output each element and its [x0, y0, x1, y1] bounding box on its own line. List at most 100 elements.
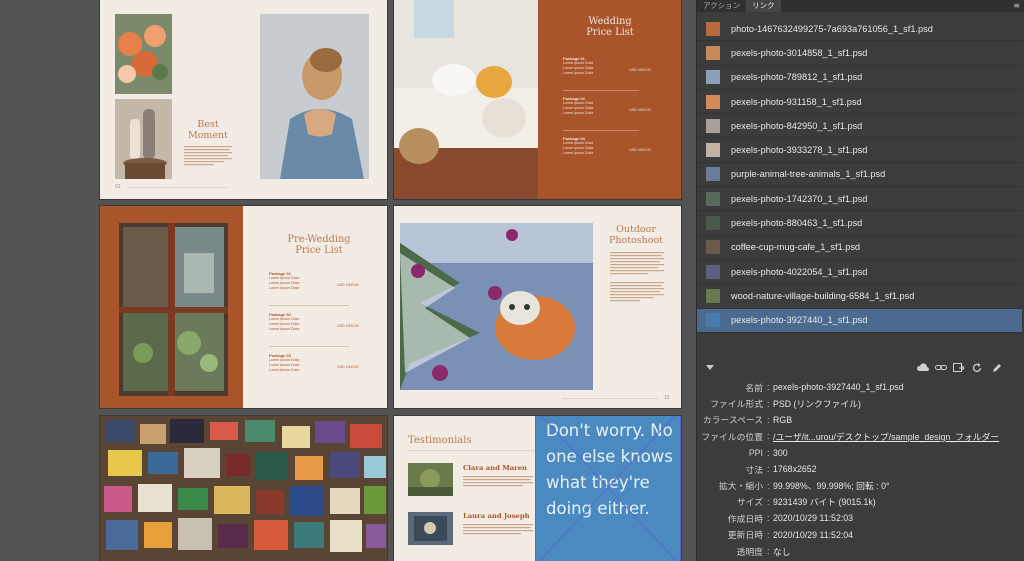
- refresh-icon[interactable]: [972, 363, 982, 376]
- info-value: 99.998%、99.998%; 回転 : 0°: [773, 481, 890, 492]
- testimonials-title: Testimonials: [408, 435, 472, 446]
- info-row-dimensions: 寸法:1768x2652: [697, 461, 1024, 477]
- link-name: coffee-cup-mug-cafe_1_sf1.psd: [731, 242, 861, 253]
- file-location-link[interactable]: /ユーザ/it...urou/デスクトップ/sample_design_フォルダ…: [773, 430, 999, 443]
- photo-cat-christmas-tree: [400, 223, 593, 390]
- list-item[interactable]: pexels-photo-789812_1_sf1.psd: [697, 66, 1022, 90]
- best-moment-title-2: Moment: [187, 129, 228, 141]
- link-name: pexels-photo-931158_1_sf1.psd: [731, 96, 862, 107]
- info-label: ファイルの位置: [701, 431, 763, 442]
- list-item[interactable]: wood-nature-village-building-6584_1_sf1.…: [697, 284, 1022, 309]
- page-testimonials[interactable]: Testimonials Clara and Maren Laura and J…: [394, 416, 681, 561]
- link-thumbnail: [706, 167, 720, 182]
- info-row-format: ファイル形式: PSD (リンクファイル): [697, 395, 1024, 411]
- testimonial-1-name: Clara and Maren: [463, 464, 527, 472]
- panel-nav-arrows-icon[interactable]: [847, 555, 877, 561]
- list-item[interactable]: purple-animal-tree-animals_1_sf1.psd: [697, 163, 1022, 188]
- footer-rule: [562, 398, 658, 399]
- info-row-ppi: PPI:300: [697, 445, 1024, 461]
- relink-icon[interactable]: [953, 363, 965, 376]
- link-icon[interactable]: [935, 363, 947, 375]
- tab-actions[interactable]: アクション: [697, 0, 746, 12]
- document-canvas[interactable]: Best Moment 01 Wedding Price List Packag…: [0, 0, 693, 561]
- prewedding-title-1: Pre-Wedding: [287, 234, 351, 245]
- list-item[interactable]: photo-1467632499275-7a693a761056_1_sf1.p…: [697, 17, 1022, 42]
- link-thumbnail: [706, 313, 720, 328]
- list-item[interactable]: pexels-photo-1742370_1_sf1.psd: [697, 187, 1022, 212]
- info-row-name: 名前: pexels-photo-3927440_1_sf1.psd: [697, 379, 1024, 395]
- info-value: 9231439 バイト (9015.1k): [773, 497, 876, 508]
- testimonial-2-name: Laura and Joseph: [463, 512, 530, 520]
- best-moment-body-text: [184, 146, 232, 166]
- disclosure-triangle-icon[interactable]: [706, 365, 714, 370]
- page-best-moment[interactable]: Best Moment 01: [100, 0, 387, 199]
- page-outdoor-photoshoot[interactable]: Outdoor Photoshoot 12: [394, 206, 681, 408]
- cloud-icon[interactable]: [917, 363, 929, 375]
- photo-woman-denim: [260, 14, 369, 179]
- info-value: なし: [773, 546, 791, 557]
- wedding-package-1-price: USD 1000.00: [629, 68, 651, 72]
- list-item[interactable]: pexels-photo-3933278_1_sf1.psd: [697, 138, 1022, 163]
- info-label: 拡大・縮小: [719, 481, 763, 492]
- info-label: サイズ: [736, 497, 763, 508]
- info-label: ファイル形式: [710, 399, 763, 410]
- selection-frame-x[interactable]: [535, 416, 681, 561]
- footer-rule: [127, 187, 227, 188]
- link-thumbnail: [706, 118, 720, 133]
- info-label: カラースペース: [702, 415, 763, 426]
- wedding-title-1: Wedding: [588, 16, 632, 27]
- info-label: 作成日時: [727, 513, 763, 524]
- info-row-modified: 更新日時:2020/10/29 11:52:04: [697, 527, 1024, 543]
- link-info: 名前: pexels-photo-3927440_1_sf1.psd ファイル形式…: [697, 379, 1024, 559]
- panel-tabs: アクション リンク ≡: [697, 0, 1024, 12]
- photo-shop-front: [119, 223, 228, 396]
- photo-sign-collage: [100, 416, 387, 561]
- links-panel: アクション リンク ≡ photo-1467632499275-7a693a76…: [696, 0, 1024, 561]
- wedding-package-1-line: Lorem Ipsum Dolor: [563, 71, 594, 75]
- info-label: PPI: [748, 447, 763, 458]
- prewedding-package-1-price: USD 1000.00: [337, 283, 359, 287]
- prewedding-package-3-price: USD 1000.00: [337, 365, 359, 369]
- link-name: pexels-photo-4022054_1_sf1.psd: [731, 266, 868, 277]
- list-item[interactable]: coffee-cup-mug-cafe_1_sf1.psd: [697, 236, 1022, 260]
- link-name: pexels-photo-3933278_1_sf1.psd: [731, 145, 868, 156]
- list-item-selected[interactable]: pexels-photo-3927440_1_sf1.psd: [697, 308, 1022, 333]
- photo-testimonial-1: [408, 463, 453, 496]
- info-value: 2020/10/29 11:52:04: [773, 529, 854, 540]
- link-thumbnail: [706, 70, 720, 85]
- info-value: PSD (リンクファイル): [773, 399, 861, 410]
- link-thumbnail: [706, 21, 720, 36]
- panel-menu-icon[interactable]: ≡: [1013, 0, 1020, 12]
- outdoor-body-text: [610, 252, 664, 302]
- page-wedding-price-list[interactable]: Wedding Price List Package 01 Lorem Ipsu…: [394, 0, 681, 199]
- list-item[interactable]: pexels-photo-4022054_1_sf1.psd: [697, 260, 1022, 285]
- info-value: pexels-photo-3927440_1_sf1.psd: [773, 382, 904, 393]
- photo-testimonial-2: [408, 512, 453, 545]
- link-name: pexels-photo-880463_1_sf1.psd: [731, 218, 863, 229]
- testimonial-1-text: [463, 476, 533, 487]
- page-prewedding-price-list[interactable]: Pre-Wedding Price List Package 01 Lorem …: [100, 206, 387, 408]
- links-toolbar: [697, 362, 1024, 376]
- info-label: 名前: [745, 382, 763, 393]
- info-label: 寸法: [745, 464, 763, 475]
- link-name: pexels-photo-842950_1_sf1.psd: [731, 120, 863, 131]
- info-value: 300: [773, 447, 788, 458]
- list-item[interactable]: pexels-photo-842950_1_sf1.psd: [697, 114, 1022, 139]
- edit-icon[interactable]: [992, 363, 1002, 376]
- tab-links[interactable]: リンク: [746, 0, 781, 12]
- info-row-scale: 拡大・縮小:99.998%、99.998%; 回転 : 0°: [697, 477, 1024, 493]
- page-signs-wall[interactable]: [100, 416, 387, 561]
- links-list: photo-1467632499275-7a693a761056_1_sf1.p…: [697, 17, 1022, 333]
- info-label: 更新日時: [727, 530, 763, 541]
- link-thumbnail: [706, 264, 720, 279]
- info-value: RGB: [773, 414, 793, 425]
- outdoor-title-2: Photoshoot: [608, 234, 664, 246]
- prewedding-package-2-price: USD 1000.00: [337, 324, 359, 328]
- list-item[interactable]: pexels-photo-3014858_1_sf1.psd: [697, 41, 1022, 66]
- prewedding-package-3-line: Lorem Ipsum Dolor: [269, 368, 300, 372]
- prewedding-title-2: Price List: [295, 245, 343, 257]
- info-label: 透明度: [736, 546, 763, 557]
- list-item[interactable]: pexels-photo-931158_1_sf1.psd: [697, 90, 1022, 115]
- list-item[interactable]: pexels-photo-880463_1_sf1.psd: [697, 211, 1022, 236]
- prewedding-packages: Package 01 Lorem Ipsum Dolor Lorem Ipsum…: [269, 271, 379, 394]
